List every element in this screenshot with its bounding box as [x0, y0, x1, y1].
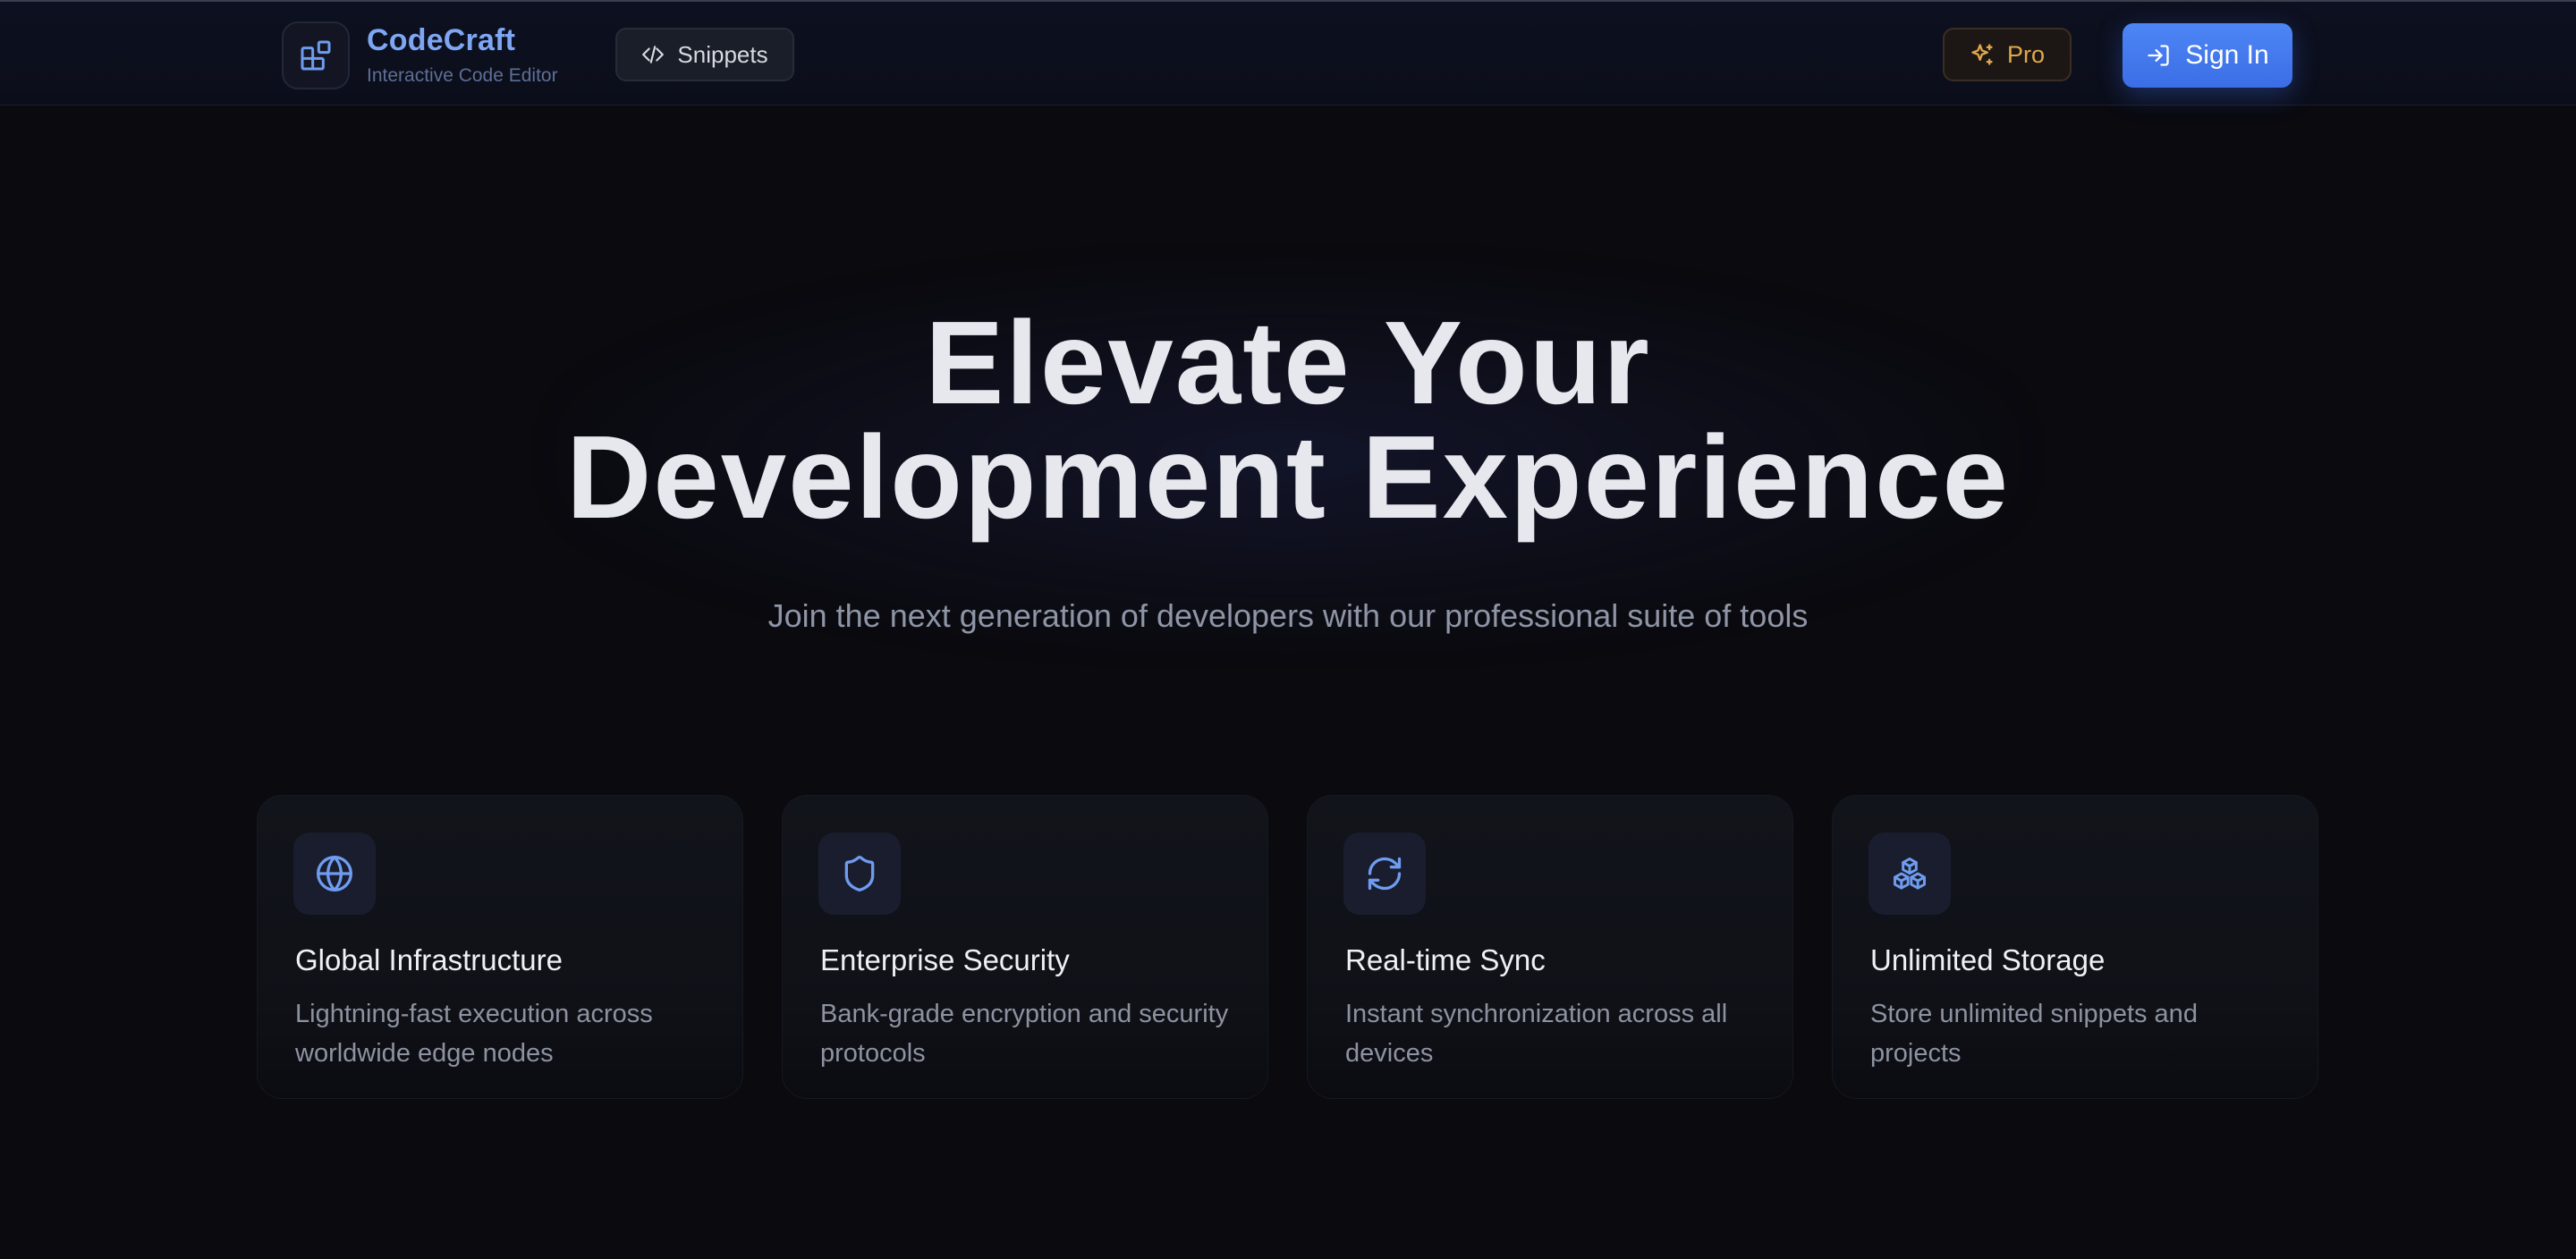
sign-in-label: Sign In — [2185, 40, 2269, 70]
brand-name[interactable]: CodeCraft — [367, 23, 515, 58]
feature-description: Instant synchronization across all devic… — [1345, 1000, 1728, 1068]
blocks-logo-icon — [301, 40, 331, 71]
snippets-button[interactable]: Snippets — [615, 28, 794, 81]
feature-card-enterprise-security: Enterprise Security Bank-grade encryptio… — [782, 795, 1268, 1099]
hero-title-line-1: Elevate Your — [925, 297, 1651, 428]
log-in-icon — [2148, 45, 2169, 66]
shield-icon — [818, 832, 901, 915]
code-icon — [642, 46, 665, 63]
feature-description: Lightning-fast execution across worldwid… — [295, 1000, 653, 1068]
sparkles-icon — [1971, 44, 1993, 65]
feature-card-global-infrastructure: Global Infrastructure Lightning-fast exe… — [257, 795, 743, 1099]
feature-title: Real-time Sync — [1345, 943, 1546, 976]
feature-card-unlimited-storage: Unlimited Storage Store unlimited snippe… — [1832, 795, 2318, 1099]
feature-description: Bank-grade encryption and security proto… — [820, 1000, 1229, 1068]
feature-card-real-time-sync: Real-time Sync Instant synchronization a… — [1307, 795, 1793, 1099]
feature-description: Store unlimited snippets and projects — [1870, 1000, 2198, 1068]
hero-title: Elevate Your Development Experience — [0, 297, 2576, 543]
hero-subtitle: Join the next generation of developers w… — [767, 597, 1809, 634]
brand-subtitle: Interactive Code Editor — [367, 65, 558, 86]
refresh-icon — [1343, 832, 1426, 915]
sign-in-button[interactable]: Sign In — [2123, 23, 2292, 88]
feature-title: Enterprise Security — [820, 943, 1070, 976]
globe-icon — [293, 832, 376, 915]
logo[interactable] — [282, 21, 350, 89]
boxes-icon — [1868, 832, 1951, 915]
top-navbar: CodeCraft Interactive Code Editor Snippe… — [0, 0, 2576, 106]
pro-button[interactable]: Pro — [1943, 28, 2072, 81]
snippets-label: Snippets — [677, 40, 768, 68]
feature-title: Unlimited Storage — [1870, 943, 2106, 976]
pro-label: Pro — [2006, 40, 2046, 68]
feature-title: Global Infrastructure — [295, 943, 563, 976]
hero-title-line-2: Development Experience — [566, 411, 2010, 543]
